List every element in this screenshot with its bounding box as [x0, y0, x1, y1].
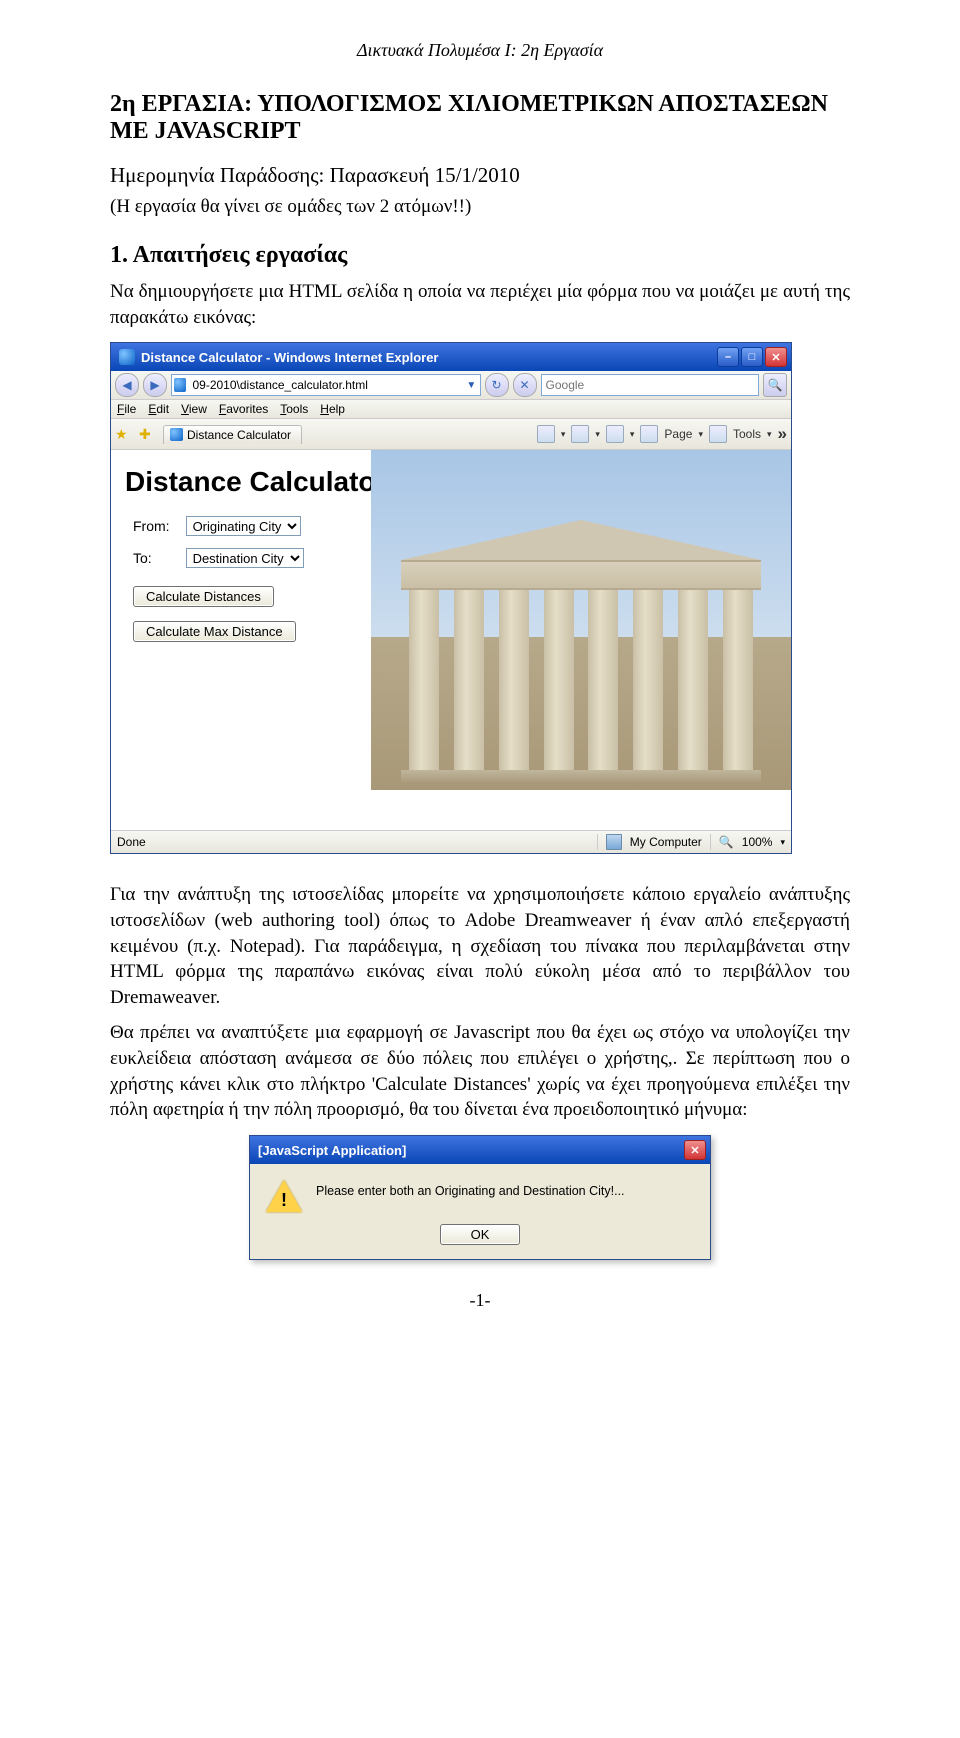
menu-file[interactable]: File — [117, 402, 136, 416]
zoom-icon[interactable]: 🔍 — [719, 835, 734, 849]
minimize-button[interactable]: – — [717, 347, 739, 367]
search-go-button[interactable]: 🔍 — [763, 373, 787, 397]
paragraph-3: Θα πρέπει να αναπτύξετε μια εφαρμογή σε … — [110, 1020, 850, 1123]
zoom-dropdown-icon[interactable]: ▾ — [780, 837, 785, 848]
warning-icon — [266, 1180, 302, 1212]
overflow-chevron-icon[interactable]: » — [778, 424, 787, 444]
status-zoom: 100% — [742, 835, 773, 849]
maximize-button[interactable]: □ — [741, 347, 763, 367]
page-content: Distance Calculator From: Originating Ci… — [111, 450, 791, 830]
menubar: File Edit View Favorites Tools Help — [111, 400, 791, 419]
refresh-button[interactable]: ↻ — [485, 373, 509, 397]
page-menu-label[interactable]: Page — [664, 427, 692, 441]
page-icon — [174, 378, 186, 392]
tabs-row: ★ ✚ Distance Calculator ▾ ▾ ▾ Page ▾ Too… — [111, 419, 791, 450]
paragraph-2: Για την ανάπτυξη της ιστοσελίδας μπορείτ… — [110, 882, 850, 1010]
statusbar: Done My Computer 🔍 100% ▾ — [111, 830, 791, 853]
status-done: Done — [117, 835, 146, 849]
feed-icon[interactable] — [571, 425, 589, 443]
to-label: To: — [125, 542, 178, 574]
tools-menu-icon[interactable] — [709, 425, 727, 443]
close-button[interactable]: ✕ — [765, 347, 787, 367]
from-label: From: — [125, 510, 178, 542]
ie-titlebar: Distance Calculator - Windows Internet E… — [111, 343, 791, 371]
favorites-star-icon[interactable]: ★ — [115, 426, 133, 442]
nav-toolbar: ◀ ▶ ▼ ↻ ✕ 🔍 — [111, 371, 791, 400]
doc-title: 2η ΕΡΓΑΣΙΑ: ΥΠΟΛΟΓΙΣΜΟΣ ΧΙΛΙΟΜΕΤΡΙΚΩΝ ΑΠ… — [110, 91, 850, 145]
print-icon[interactable] — [606, 425, 624, 443]
alert-title: [JavaScript Application] — [258, 1143, 684, 1158]
menu-view[interactable]: View — [181, 402, 207, 416]
tab-page-icon — [170, 428, 183, 441]
page-menu-icon[interactable] — [640, 425, 658, 443]
status-zone: My Computer — [630, 835, 702, 849]
tab-label: Distance Calculator — [187, 428, 291, 442]
address-bar[interactable]: ▼ — [171, 374, 481, 396]
home-icon[interactable] — [537, 425, 555, 443]
forward-button[interactable]: ▶ — [143, 373, 167, 397]
section-1-heading: 1. Απαιτήσεις εργασίας — [110, 242, 850, 269]
due-date: Ημερομηνία Παράδοσης: Παρασκευή 15/1/201… — [110, 163, 850, 188]
page-header: Δικτυακά Πολυμέσα I: 2η Εργασία — [110, 40, 850, 61]
tools-menu-label[interactable]: Tools — [733, 427, 761, 441]
menu-tools[interactable]: Tools — [280, 402, 308, 416]
ie-window-title: Distance Calculator - Windows Internet E… — [141, 350, 717, 365]
menu-help[interactable]: Help — [320, 402, 345, 416]
parthenon-image — [371, 450, 791, 790]
address-input[interactable] — [190, 377, 465, 393]
alert-message: Please enter both an Originating and Des… — [316, 1178, 625, 1198]
menu-favorites[interactable]: Favorites — [219, 402, 268, 416]
stop-button[interactable]: ✕ — [513, 373, 537, 397]
search-bar[interactable] — [541, 374, 759, 396]
zone-icon — [606, 834, 622, 850]
back-button[interactable]: ◀ — [115, 373, 139, 397]
add-favorite-icon[interactable]: ✚ — [139, 426, 157, 442]
address-dropdown-icon[interactable]: ▼ — [465, 380, 477, 391]
page-number: -1- — [110, 1290, 850, 1311]
from-select[interactable]: Originating City — [186, 516, 301, 536]
tab-distance-calculator[interactable]: Distance Calculator — [163, 425, 302, 444]
js-alert-dialog: [JavaScript Application] ✕ Please enter … — [249, 1135, 711, 1260]
menu-edit[interactable]: Edit — [148, 402, 169, 416]
paragraph-1: Να δημιουργήσετε μια HTML σελίδα η οποία… — [110, 279, 850, 330]
alert-close-button[interactable]: ✕ — [684, 1140, 706, 1160]
ie-window: Distance Calculator - Windows Internet E… — [110, 342, 792, 854]
calculate-distances-button[interactable]: Calculate Distances — [133, 586, 274, 607]
search-input[interactable] — [544, 377, 756, 393]
team-note: (Η εργασία θα γίνει σε ομάδες των 2 ατόμ… — [110, 196, 850, 218]
ie-app-icon — [119, 349, 135, 365]
alert-ok-button[interactable]: OK — [440, 1224, 520, 1245]
to-select[interactable]: Destination City — [186, 548, 304, 568]
calculate-max-distance-button[interactable]: Calculate Max Distance — [133, 621, 296, 642]
chevron-down-icon[interactable]: ▾ — [561, 429, 566, 440]
